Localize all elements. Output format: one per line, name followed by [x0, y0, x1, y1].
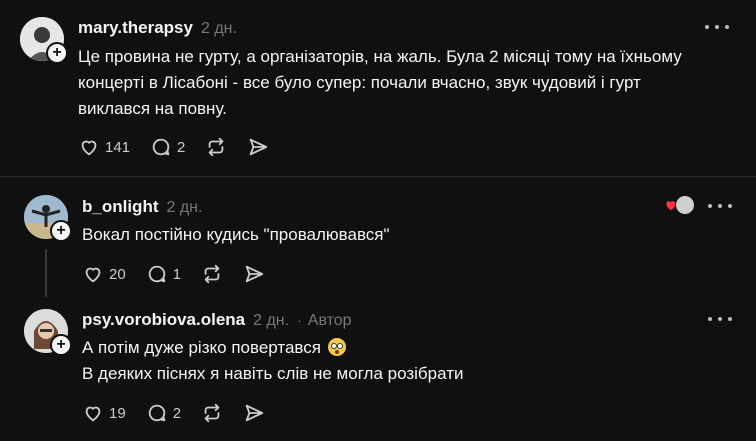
post-text-line: виклався на повну. — [78, 99, 227, 118]
liked-by-author-indicator[interactable] — [664, 195, 695, 215]
username[interactable]: b_onlight — [82, 197, 158, 217]
reply-button[interactable]: 2 — [150, 136, 185, 158]
post-meta: psy.vorobiova.olena 2 дн. · Автор — [82, 310, 352, 330]
share-button[interactable] — [247, 136, 269, 158]
repost-icon — [204, 264, 220, 284]
follow-plus-icon[interactable]: + — [46, 42, 68, 64]
post-text: Вокал постійно кудись "провалювався" — [82, 222, 390, 248]
reply-count: 1 — [172, 265, 182, 283]
share-button[interactable] — [243, 402, 265, 424]
reply-button[interactable]: 1 — [146, 263, 181, 285]
author-label: Автор — [307, 312, 352, 329]
post-mary-therapsy: + mary.therapsy 2 дн. Це провина не гурт… — [0, 0, 756, 176]
username[interactable]: psy.vorobiova.olena — [82, 310, 245, 330]
post-actions: 20 1 — [82, 263, 285, 285]
follow-plus-icon[interactable]: + — [50, 334, 72, 356]
repost-icon — [204, 403, 220, 423]
flushed-face-emoji — [327, 338, 346, 356]
like-button[interactable]: 141 — [78, 136, 130, 158]
repost-button[interactable] — [201, 263, 223, 285]
comment-icon — [148, 265, 165, 283]
post-actions: 141 2 — [78, 136, 289, 158]
comment-icon — [148, 404, 165, 422]
post-actions: 19 2 — [82, 402, 285, 424]
post-text-line: А потім дуже різко повертався — [82, 335, 463, 361]
heart-icon — [85, 267, 101, 283]
heart-icon — [85, 406, 101, 422]
post-meta: mary.therapsy 2 дн. — [78, 18, 237, 38]
like-count: 20 — [109, 265, 126, 283]
post-text-line: В деяких піснях я навіть слів не могла р… — [82, 364, 464, 383]
follow-plus-icon[interactable]: + — [50, 220, 72, 242]
comment-icon — [152, 138, 170, 156]
like-count: 141 — [105, 138, 131, 156]
separator-dot: · — [297, 312, 302, 328]
more-icon[interactable] — [708, 314, 732, 324]
thread-line — [45, 249, 47, 297]
repost-button[interactable] — [201, 402, 223, 424]
reply-count: 2 — [177, 138, 186, 156]
more-icon[interactable] — [705, 22, 729, 32]
share-icon — [250, 138, 268, 156]
reply-button[interactable]: 2 — [146, 402, 181, 424]
heart-icon — [81, 140, 97, 156]
post-time[interactable]: 2 дн. — [166, 199, 202, 217]
post-text-fragment: А потім дуже різко повертався — [82, 338, 321, 357]
post-psy-vorobiova-olena: + psy.vorobiova.olena 2 дн. · Автор А по… — [0, 297, 756, 441]
like-count: 19 — [109, 404, 126, 422]
post-time[interactable]: 2 дн. — [201, 20, 237, 38]
post-meta: b_onlight 2 дн. — [82, 197, 202, 217]
post-text: Це провина не гурту, а організаторів, на… — [78, 44, 682, 122]
post-text: А потім дуже різко повертався В деяких п… — [82, 335, 463, 387]
post-text-line: Вокал постійно кудись "провалювався" — [82, 225, 390, 244]
like-button[interactable]: 20 — [82, 263, 126, 285]
share-button[interactable] — [243, 263, 265, 285]
like-button[interactable]: 19 — [82, 402, 126, 424]
post-b-onlight: + b_onlight 2 дн. Вокал постійно кудись … — [0, 177, 756, 297]
share-icon — [245, 404, 264, 422]
post-time[interactable]: 2 дн. — [253, 312, 289, 330]
post-text-line: Це провина не гурту, а організаторів, на… — [78, 47, 682, 66]
share-icon — [245, 265, 264, 283]
repost-button[interactable] — [205, 136, 227, 158]
author-avatar-mini — [675, 195, 695, 215]
username[interactable]: mary.therapsy — [78, 18, 193, 38]
repost-icon — [209, 137, 224, 157]
reply-count: 2 — [172, 404, 182, 422]
more-icon[interactable] — [708, 201, 732, 211]
post-text-line: концерті в Лісабоні - все було супер: по… — [78, 73, 641, 92]
